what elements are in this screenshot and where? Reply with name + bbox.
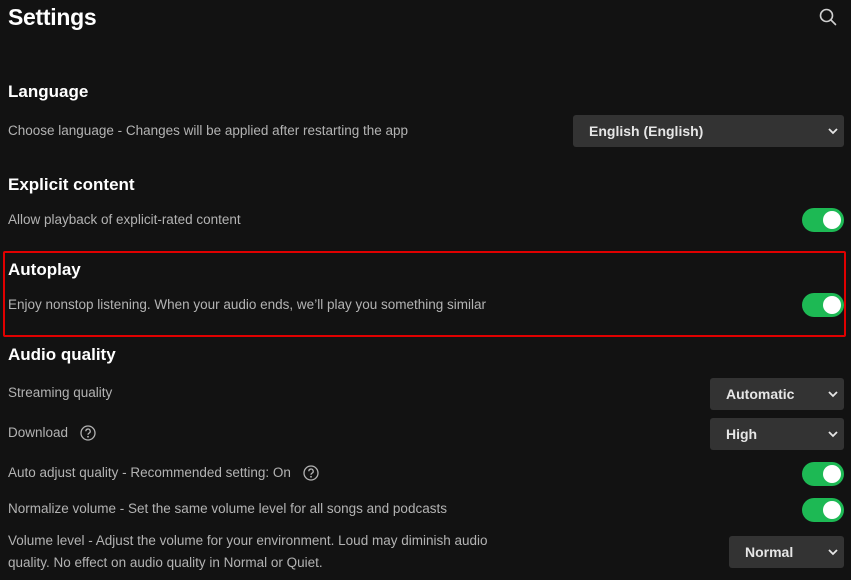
download-row: Download (8, 422, 96, 444)
chevron-down-icon (828, 391, 838, 398)
help-icon[interactable] (80, 425, 96, 442)
search-button[interactable] (818, 7, 838, 27)
section-title-language: Language (8, 82, 89, 101)
volume-level-label-line1: Volume level - Adjust the volume for you… (8, 533, 488, 548)
search-icon (819, 8, 837, 26)
normalize-volume-toggle[interactable] (802, 498, 844, 522)
toggle-knob (823, 211, 841, 229)
download-quality-value: High (726, 426, 758, 442)
auto-adjust-row: Auto adjust quality - Recommended settin… (8, 462, 319, 484)
volume-level-label: Volume level - Adjust the volume for you… (8, 530, 488, 574)
toggle-knob (823, 501, 841, 519)
volume-level-label-line2: quality. No effect on audio quality in N… (8, 555, 323, 570)
streaming-quality-value: Automatic (726, 386, 795, 402)
page-title: Settings (8, 4, 97, 30)
section-title-autoplay: Autoplay (8, 260, 81, 279)
chevron-down-icon (828, 128, 838, 135)
language-label: Choose language - Changes will be applie… (8, 123, 409, 138)
explicit-toggle[interactable] (802, 208, 844, 232)
section-title-explicit: Explicit content (8, 175, 135, 194)
toggle-knob (823, 465, 841, 483)
chevron-down-icon (828, 431, 838, 438)
download-label: Download (8, 425, 69, 440)
section-title-audio-quality: Audio quality (8, 345, 116, 364)
streaming-quality-label: Streaming quality (8, 385, 113, 400)
autoplay-label: Enjoy nonstop listening. When your audio… (8, 297, 487, 312)
language-select[interactable]: English (English) (573, 115, 844, 147)
streaming-quality-select[interactable]: Automatic (710, 378, 844, 410)
chevron-down-icon (828, 549, 838, 556)
auto-adjust-label: Auto adjust quality - Recommended settin… (8, 465, 291, 480)
toggle-knob (823, 296, 841, 314)
volume-level-select[interactable]: Normal (729, 536, 844, 568)
normalize-volume-label: Normalize volume - Set the same volume l… (8, 501, 447, 516)
help-icon[interactable] (303, 465, 319, 482)
auto-adjust-toggle[interactable] (802, 462, 844, 486)
volume-level-value: Normal (745, 544, 794, 560)
download-quality-select[interactable]: High (710, 418, 844, 450)
autoplay-toggle[interactable] (802, 293, 844, 317)
language-select-value: English (English) (589, 123, 704, 139)
explicit-label: Allow playback of explicit-rated content (8, 212, 241, 227)
